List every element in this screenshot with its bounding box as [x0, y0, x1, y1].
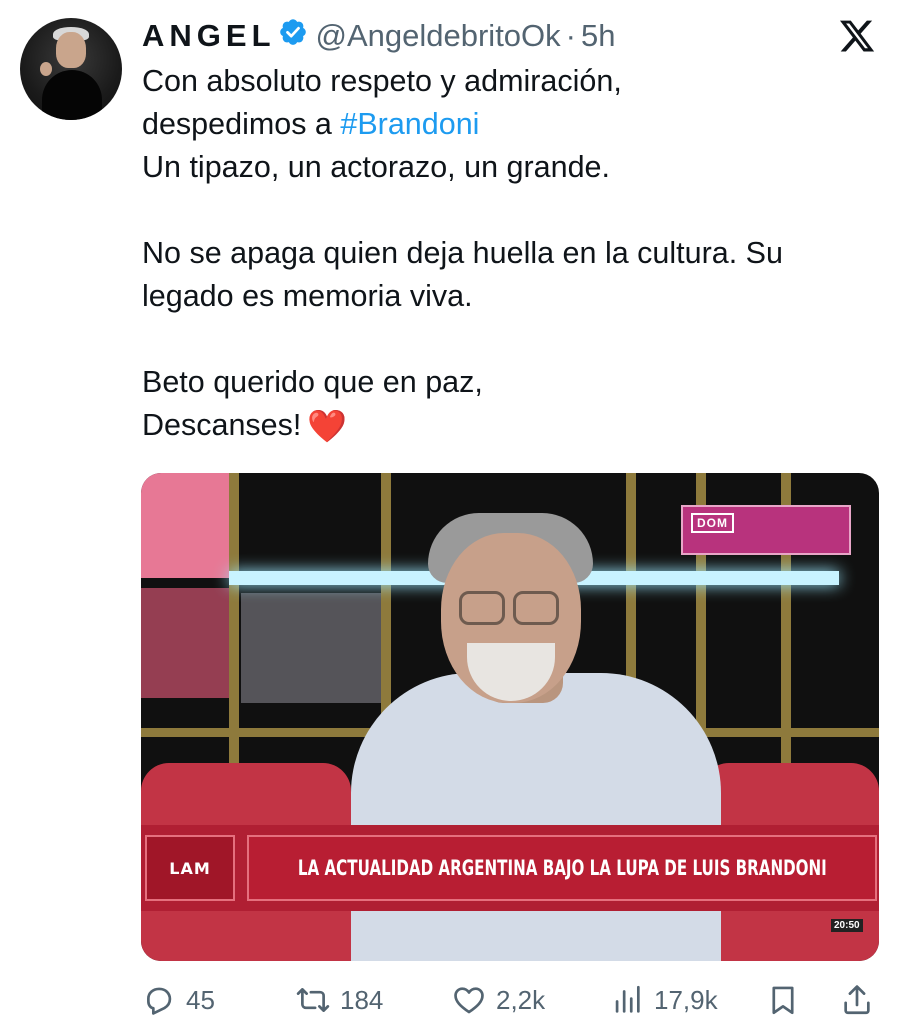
repost-button[interactable]: 184 [296, 980, 383, 1020]
tv-caption: LA ACTUALIDAD ARGENTINA BAJO LA LUPA DE … [247, 835, 877, 901]
tweet-line-text: despedimos a [142, 107, 341, 141]
reply-button[interactable]: 45 [142, 980, 215, 1020]
author-handle[interactable]: @AngeldebritoOk [316, 18, 561, 54]
like-icon [454, 987, 484, 1014]
bookmark-icon [772, 986, 794, 1015]
tweet-image[interactable]: DOM LAM LA ACTUALIDAD ARGENTINA BAJO LA … [141, 473, 879, 961]
reply-icon [147, 987, 172, 1015]
share-icon [844, 985, 870, 1015]
tweet-line: legado es memoria viva. [142, 279, 473, 313]
views-count: 17,9k [654, 984, 718, 1015]
separator-dot: · [565, 18, 576, 53]
channel-bug: LAM [145, 835, 235, 901]
bookmark-button[interactable] [766, 980, 800, 1020]
tv-clock: 20:50 [831, 919, 863, 932]
timestamp[interactable]: 5h [581, 18, 615, 54]
channel-bug-text: LAM [169, 858, 211, 878]
tweet-text: Con absoluto respeto y admiración, despe… [142, 60, 882, 448]
tweet-header: ANGEL @AngeldebritoOk · 5h [142, 14, 615, 58]
repost-count: 184 [340, 984, 384, 1015]
repost-icon [296, 988, 330, 1012]
like-count: 2,2k [496, 984, 546, 1015]
heart-emoji: ❤️ [307, 408, 348, 444]
tv-caption-text: LA ACTUALIDAD ARGENTINA BAJO LA LUPA DE … [297, 856, 827, 880]
tweet-line: Beto querido que en paz, [142, 365, 483, 399]
tweet-line: Descanses! ❤️ [142, 404, 882, 448]
share-button[interactable] [840, 980, 874, 1020]
hashtag-link[interactable]: #Brandoni [340, 107, 479, 141]
like-button[interactable]: 2,2k [452, 980, 545, 1020]
verified-icon [278, 17, 308, 55]
avatar[interactable] [20, 18, 122, 120]
display-name[interactable]: ANGEL [142, 18, 276, 54]
views-button[interactable]: 17,9k [610, 980, 718, 1020]
reply-count: 45 [186, 984, 215, 1015]
x-logo-icon [838, 16, 876, 56]
tv-show-badge: DOM [681, 505, 851, 555]
tweet-line: despedimos a #Brandoni [142, 103, 882, 146]
tweet-line: Con absoluto respeto y admiración, [142, 64, 622, 98]
tv-logo: DOM [691, 513, 734, 533]
tweet-line-text: Descanses! [142, 408, 302, 442]
tweet-line: No se apaga quien deja huella en la cult… [142, 236, 783, 270]
action-bar: 45 184 2,2k 17,9k [142, 980, 882, 1020]
views-icon [615, 985, 640, 1013]
tweet-line: Un tipazo, un actorazo, un grande. [142, 150, 610, 184]
